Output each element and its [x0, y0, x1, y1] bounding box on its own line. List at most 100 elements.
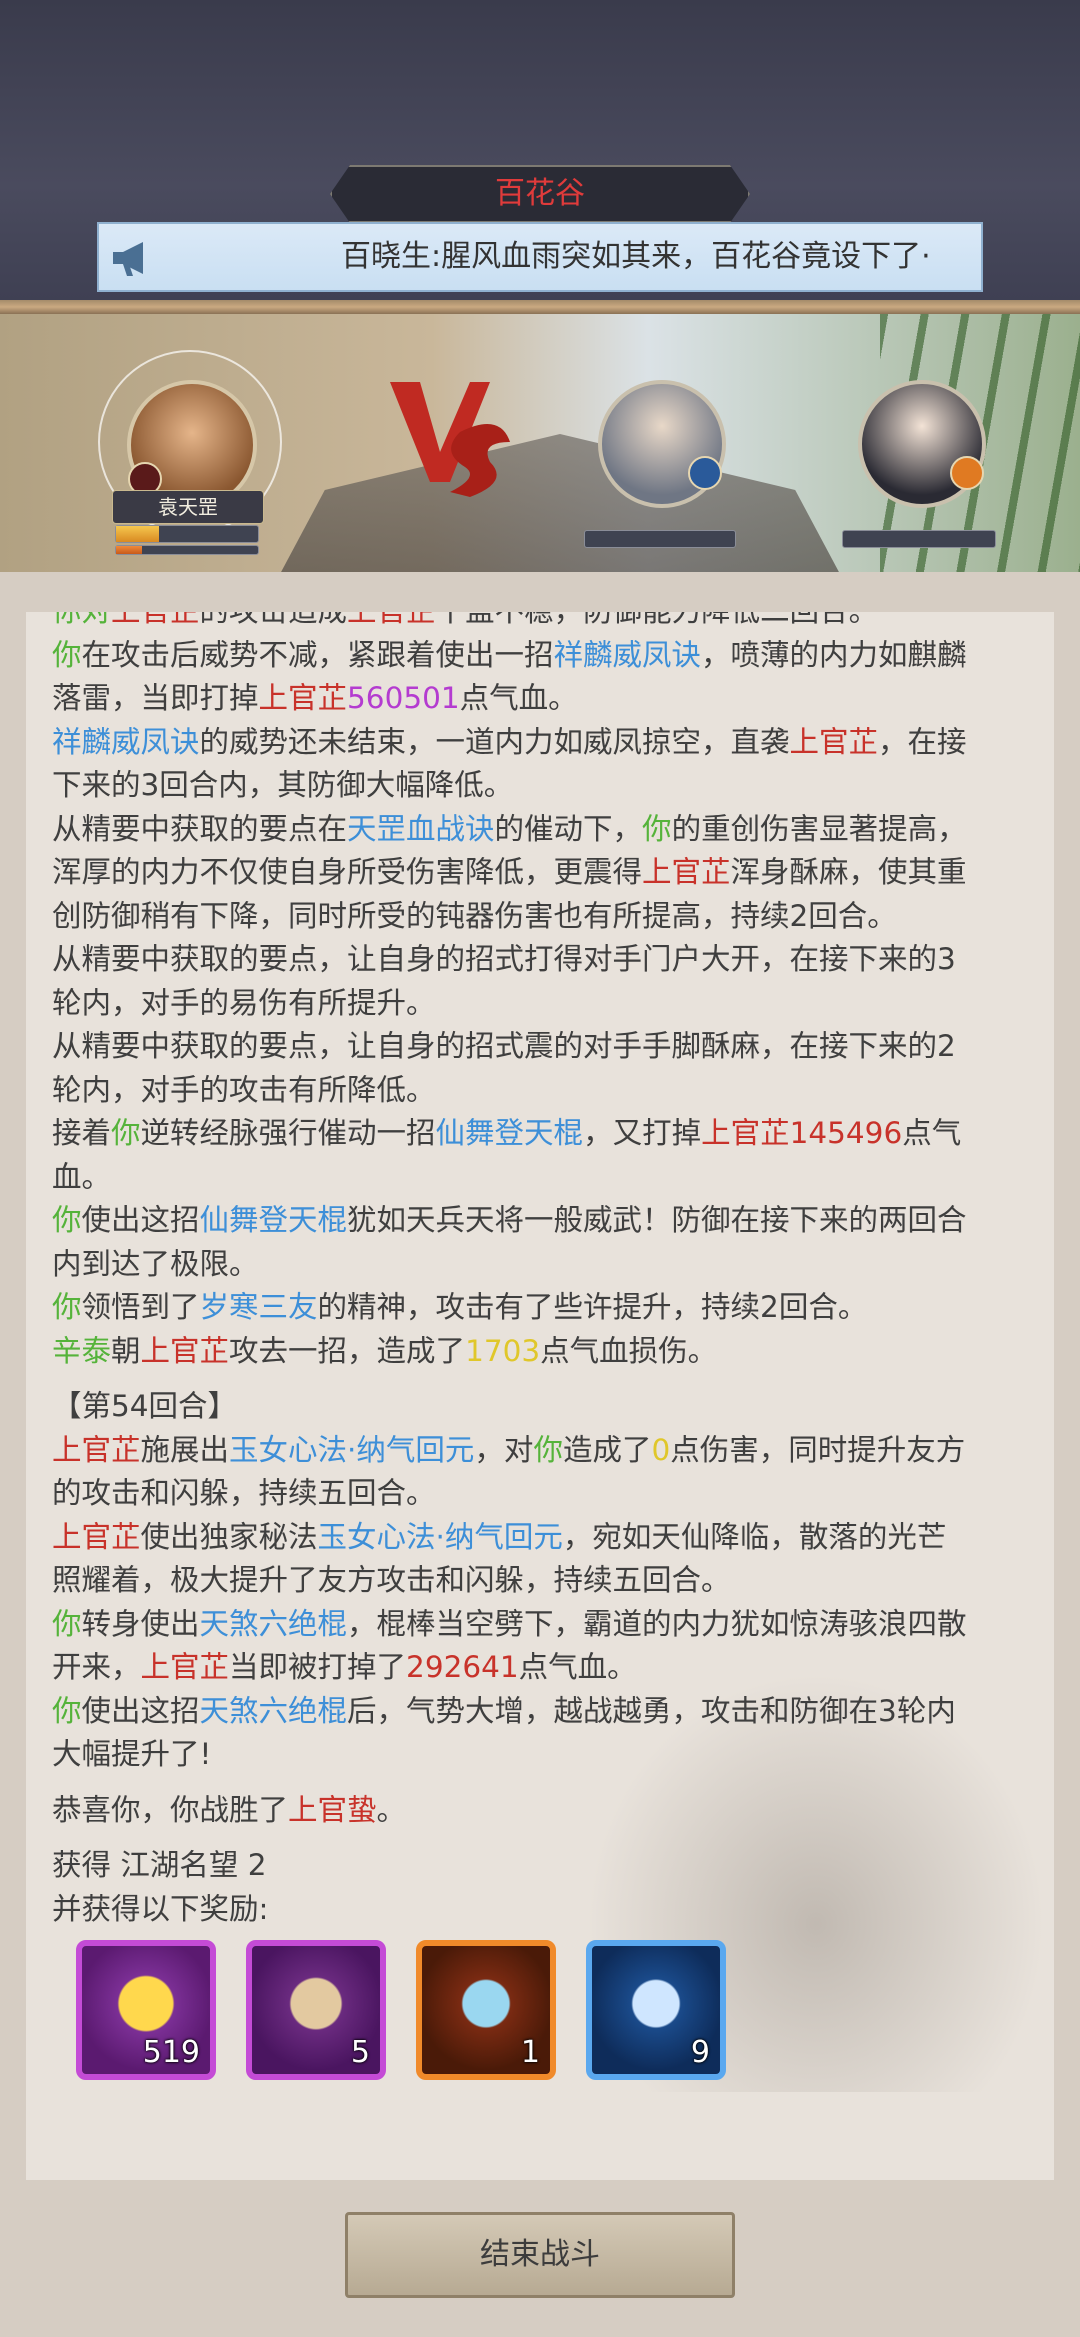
hero-name-plate: 袁天罡 — [112, 490, 264, 524]
log-line: 上官芷使出独家秘法玉女心法·纳气回元，宛如天仙降临，散落的光芒 — [52, 1516, 1052, 1560]
log-segment: 你对 — [52, 612, 111, 628]
log-segment: 你 — [52, 1693, 82, 1728]
log-segment: 点伤害，同时提升友方 — [670, 1432, 966, 1467]
log-segment: 领悟到了 — [81, 1290, 200, 1324]
end-battle-button[interactable]: 结束战斗 — [345, 2212, 735, 2298]
log-segment: 【第54回合】 — [52, 1389, 238, 1423]
log-line: 【第54回合】 — [52, 1385, 1052, 1429]
temple-roof-backdrop — [280, 434, 840, 572]
log-segment: 轮内，对手的攻击有所降低。 — [52, 1072, 436, 1107]
log-segment: 上官芷 — [347, 612, 436, 628]
log-segment: 上官芷 — [701, 1116, 790, 1150]
announcement-bar[interactable]: 百晓生:腥风血雨突如其来，百花谷竟设下了· — [97, 222, 983, 292]
announcement-text: 百晓生:腥风血雨突如其来，百花谷竟设下了· — [341, 239, 931, 274]
log-line: 照耀着，极大提升了友方攻击和闪躲，持续五回合。 — [52, 1559, 1052, 1603]
log-segment: 的催动下， — [494, 811, 643, 846]
log-segment: 照耀着，极大提升了友方攻击和闪躲，持续五回合。 — [52, 1563, 731, 1597]
log-spacer — [52, 1777, 1052, 1789]
log-line: 你使出这招仙舞登天棍犹如天兵天将一般威武！防御在接下来的两回合 — [52, 1199, 1052, 1243]
hero-mp-fill — [116, 546, 142, 554]
log-segment: 从精要中获取的要点，让自身的招式打得对手门户大开，在接下来的3 — [52, 942, 956, 976]
log-line: 开来，上官芷当即被打掉了292641点气血。 — [52, 1646, 1052, 1690]
enemy1-hp-bar — [584, 530, 736, 548]
log-line: 从精要中获取的要点，让自身的招式震的对手手脚酥麻，在接下来的2 — [52, 1025, 1052, 1069]
log-segment: 恭喜你，你战胜了 — [52, 1792, 289, 1827]
log-segment: 你 — [52, 637, 82, 672]
log-line: 你使出这招天煞六绝棍后，气势大增，越战越勇，攻击和防御在3轮内 — [52, 1690, 1052, 1734]
log-segment: 你 — [52, 1606, 82, 1641]
log-line: 接着你逆转经脉强行催动一招仙舞登天棍，又打掉上官芷145496点气 — [52, 1112, 1052, 1156]
log-segment: 造成了 — [562, 1432, 652, 1467]
log-segment: ，又打掉 — [583, 1116, 702, 1150]
log-segment: 祥麟威凤诀 — [52, 724, 200, 759]
battle-log-text: 你对上官芷的攻击造成上官芷十盖不稳，防御能力降低二回合。你在攻击后威势不减，紧跟… — [52, 612, 1052, 1931]
log-segment: 后，气势大增，越战越勇，攻击和防御在3轮内 — [347, 1693, 956, 1728]
log-segment: 十盖不稳，防御能力降低二回合。 — [436, 612, 879, 628]
log-line: 创防御稍有下降，同时所受的钝器伤害也有所提高，持续2回合。 — [52, 895, 1052, 939]
log-line: 浑厚的内力不仅使自身所受伤害降低，更震得上官芷浑身酥麻，使其重 — [52, 851, 1052, 895]
log-segment: ，宛如天仙降临，散落的光芒 — [562, 1519, 947, 1554]
hero-hp-fill — [116, 526, 159, 542]
log-segment: 上官芷 — [52, 1432, 141, 1467]
log-segment: 仙舞登天棍 — [199, 1203, 348, 1237]
log-line: 辛泰朝上官芷攻去一招，造成了1703点气血损伤。 — [52, 1330, 1052, 1374]
log-segment: 仙舞登天棍 — [435, 1116, 584, 1150]
reward-count: 9 — [690, 2035, 710, 2070]
reward-gold-ingot[interactable]: 519 — [76, 1940, 216, 2080]
log-segment: 上官芷 — [52, 1519, 141, 1554]
log-segment: 你 — [642, 811, 672, 846]
log-line: 你在攻击后威势不减，紧跟着使出一招祥麟威凤诀，喷薄的内力如麒麟 — [52, 634, 1052, 678]
log-segment: 下来的3回合内，其防御大幅降低。 — [52, 768, 514, 802]
log-segment: 上官芷 — [258, 681, 348, 715]
log-segment: 你 — [111, 1116, 141, 1150]
log-segment: 转身使出 — [81, 1606, 200, 1641]
battle-log-panel[interactable]: 你对上官芷的攻击造成上官芷十盖不稳，防御能力降低二回合。你在攻击后威势不减，紧跟… — [26, 612, 1054, 2180]
log-segment: 点气 — [902, 1116, 962, 1150]
log-segment: 你 — [52, 1203, 82, 1237]
log-segment: 。 — [376, 1792, 407, 1827]
location-title-plate: 百花谷 — [330, 165, 750, 223]
log-segment: ，喷薄的内力如麒麟 — [701, 637, 967, 672]
ornamental-divider — [0, 300, 1080, 314]
reward-ice-crystal[interactable]: 9 — [586, 1940, 726, 2080]
megaphone-icon — [113, 242, 143, 276]
log-segment: 的攻击造成 — [200, 612, 348, 628]
reward-cyan-cloud[interactable]: 1 — [416, 1940, 556, 2080]
log-segment: 内到达了极限。 — [52, 1246, 259, 1281]
location-title: 百花谷 — [495, 176, 585, 211]
log-line: 血。 — [52, 1156, 1052, 1200]
reward-treasure-pouch[interactable]: 5 — [246, 1940, 386, 2080]
log-segment: 点气血损伤。 — [540, 1333, 718, 1368]
log-segment: 从精要中获取的要点在 — [52, 811, 348, 846]
log-segment: 落雷，当即打掉 — [52, 681, 259, 715]
log-segment: 接着 — [52, 1116, 112, 1150]
log-segment: 从精要中获取的要点，让自身的招式震的对手手脚酥麻，在接下来的2 — [52, 1029, 956, 1063]
sword-class-icon — [688, 456, 722, 490]
log-segment: 145496 — [789, 1116, 903, 1150]
flame-class-icon — [950, 456, 984, 490]
log-line: 轮内，对手的易伤有所提升。 — [52, 982, 1052, 1026]
vs-emblem-icon — [390, 382, 510, 497]
log-line: 祥麟威凤诀的威势还未结束，一道内力如威凤掠空，直袭上官芷，在接 — [52, 721, 1052, 765]
log-segment: 的重创伤害显著提高， — [671, 811, 967, 846]
enemy2-hp-bar — [842, 530, 996, 548]
hero-mp-bar — [115, 545, 259, 555]
log-segment: 逆转经脉强行催动一招 — [140, 1116, 436, 1150]
log-line: 内到达了极限。 — [52, 1243, 1052, 1287]
log-segment: 玉女心法·纳气回元 — [229, 1432, 475, 1467]
end-battle-label: 结束战斗 — [480, 2237, 600, 2272]
log-line: 并获得以下奖励: — [52, 1888, 1052, 1932]
log-segment: 大幅提升了! — [52, 1737, 212, 1771]
log-spacer — [52, 1373, 1052, 1385]
log-segment: 560501 — [347, 681, 460, 715]
log-segment: 使出这招 — [81, 1203, 200, 1237]
log-line: 你转身使出天煞六绝棍，棍棒当空劈下，霸道的内力犹如惊涛骇浪四散 — [52, 1603, 1052, 1647]
log-segment: 施展出 — [140, 1432, 230, 1467]
hero-name: 袁天罡 — [158, 495, 218, 519]
log-segment: ，棍棒当空劈下，霸道的内力犹如惊涛骇浪四散 — [347, 1606, 967, 1641]
log-segment: 祥麟威凤诀 — [553, 637, 702, 672]
log-line: 大幅提升了! — [52, 1733, 1052, 1777]
log-segment: 创防御稍有下降，同时所受的钝器伤害也有所提高，持续2回合。 — [52, 898, 897, 933]
log-segment: 浑身酥麻，使其重 — [730, 855, 967, 889]
log-segment: 点气血。 — [518, 1650, 637, 1684]
